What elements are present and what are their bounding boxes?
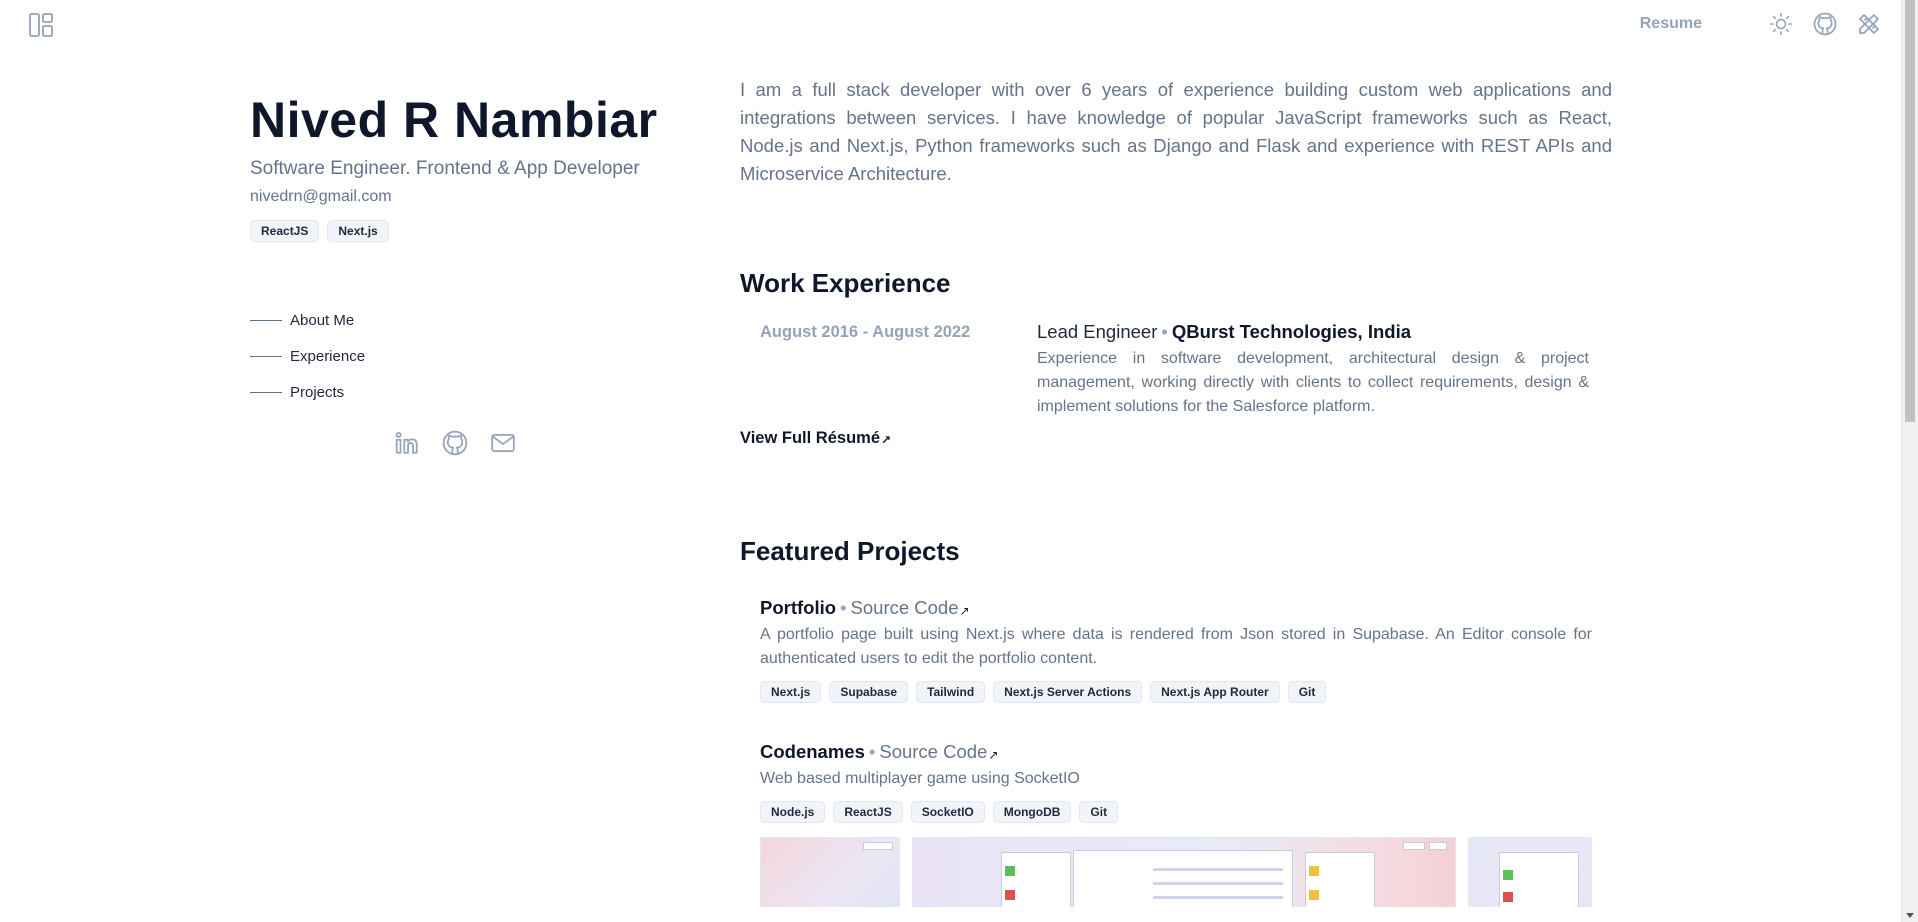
project-description: A portfolio page built using Next.js whe… (760, 626, 1592, 667)
project-screenshot[interactable] (912, 837, 1456, 907)
experience-heading: Work Experience (740, 268, 951, 298)
tech-tag: SocketIO (910, 801, 985, 823)
about-bio: I am a full stack developer with over 6 … (740, 79, 1612, 184)
profile-role: Software Engineer. Frontend & App Develo… (250, 158, 640, 179)
nav-item-label: Experience (290, 347, 366, 365)
pen-ruler-icon[interactable] (1856, 11, 1882, 37)
mail-icon[interactable] (490, 430, 516, 456)
project-screenshots (760, 837, 1592, 907)
external-arrow-icon: ↗ (881, 433, 892, 447)
experience-position: Lead Engineer (1037, 321, 1158, 342)
source-code-label: Source Code (879, 741, 988, 762)
project-tags: Node.js ReactJS SocketIO MongoDB Git (760, 801, 1592, 823)
project-header: Codenames • Source Code↗ (760, 741, 1592, 763)
view-resume-label: View Full Résumé (740, 429, 880, 447)
social-links (250, 430, 660, 456)
external-arrow-icon: ↗ (988, 748, 999, 762)
tech-tag: Git (1079, 801, 1119, 823)
view-full-resume-link[interactable]: View Full Résumé↗ (740, 429, 891, 448)
section-nav: About Me Experience Projects (250, 302, 670, 410)
experience-header: Lead Engineer • QBurst Technologies, India (1037, 321, 1589, 343)
scroll-down-arrow-icon[interactable] (1906, 913, 1914, 918)
project-description: Web based multiplayer game using SocketI… (760, 770, 1080, 787)
profile-email: nivedrn@gmail.com (250, 188, 392, 205)
project-screenshot[interactable] (760, 837, 900, 907)
tech-tag: ReactJS (833, 801, 903, 823)
source-code-label: Source Code (850, 597, 959, 618)
nav-indicator-line (250, 319, 282, 321)
experience-details: Lead Engineer • QBurst Technologies, India… (1037, 321, 1589, 419)
tech-tag: Supabase (829, 681, 909, 703)
project-tags: Next.js Supabase Tailwind Next.js Server… (760, 681, 1592, 703)
experience-description: Experience in software development, arch… (1037, 350, 1589, 415)
resume-link[interactable]: Resume (1640, 15, 1702, 33)
profile-name: Nived R Nambiar (250, 92, 658, 148)
nav-indicator-line (250, 355, 282, 357)
github-icon[interactable] (442, 430, 468, 456)
sun-icon[interactable] (1768, 11, 1794, 37)
skill-tag: Next.js (327, 220, 389, 242)
source-code-link[interactable]: Source Code↗ (879, 741, 998, 762)
tech-tag: Git (1287, 681, 1327, 703)
experience-dates: August 2016 - August 2022 (760, 323, 971, 341)
project-card: Portfolio • Source Code↗ A portfolio page … (740, 597, 1592, 703)
project-name: Portfolio (760, 597, 837, 618)
tech-tag: Tailwind (916, 681, 986, 703)
project-header: Portfolio • Source Code↗ (760, 597, 1592, 619)
layout-icon[interactable] (28, 12, 54, 38)
tech-tag: Next.js App Router (1150, 681, 1280, 703)
project-name: Codenames (760, 741, 865, 762)
profile-tags: ReactJS Next.js (250, 220, 670, 242)
nav-item-label: About Me (290, 311, 355, 329)
project-screenshot[interactable] (1468, 837, 1592, 907)
nav-item-experience[interactable]: Experience (250, 338, 670, 374)
experience-company: QBurst Technologies, India (1171, 321, 1411, 342)
separator-dot: • (868, 741, 876, 762)
page-scrollbar[interactable] (1901, 0, 1918, 922)
linkedin-icon[interactable] (394, 430, 420, 456)
nav-indicator-line (250, 391, 282, 393)
tech-tag: Node.js (760, 801, 826, 823)
tech-tag: MongoDB (992, 801, 1072, 823)
experience-item: August 2016 - August 2022 Lead Engineer •… (740, 321, 1612, 419)
main-content: I am a full stack developer with over 6 … (740, 76, 1612, 907)
source-code-link[interactable]: Source Code↗ (851, 597, 970, 618)
projects-heading: Featured Projects (740, 536, 960, 566)
tech-tag: Next.js Server Actions (993, 681, 1143, 703)
profile-column: Nived R Nambiar Software Engineer. Front… (250, 88, 670, 456)
top-navigation: Resume (1640, 10, 1882, 38)
separator-dot: • (1161, 321, 1168, 342)
tech-tag: Next.js (760, 681, 822, 703)
nav-item-label: Projects (290, 383, 345, 401)
github-icon[interactable] (1812, 11, 1838, 37)
nav-item-about-me[interactable]: About Me (250, 302, 670, 338)
skill-tag: ReactJS (250, 220, 320, 242)
project-card: Codenames • Source Code↗ Web based multipl… (740, 741, 1592, 907)
separator-dot: • (840, 597, 847, 618)
external-arrow-icon: ↗ (959, 604, 970, 618)
nav-item-projects[interactable]: Projects (250, 374, 670, 410)
scrollbar-thumb[interactable] (1905, 0, 1915, 422)
